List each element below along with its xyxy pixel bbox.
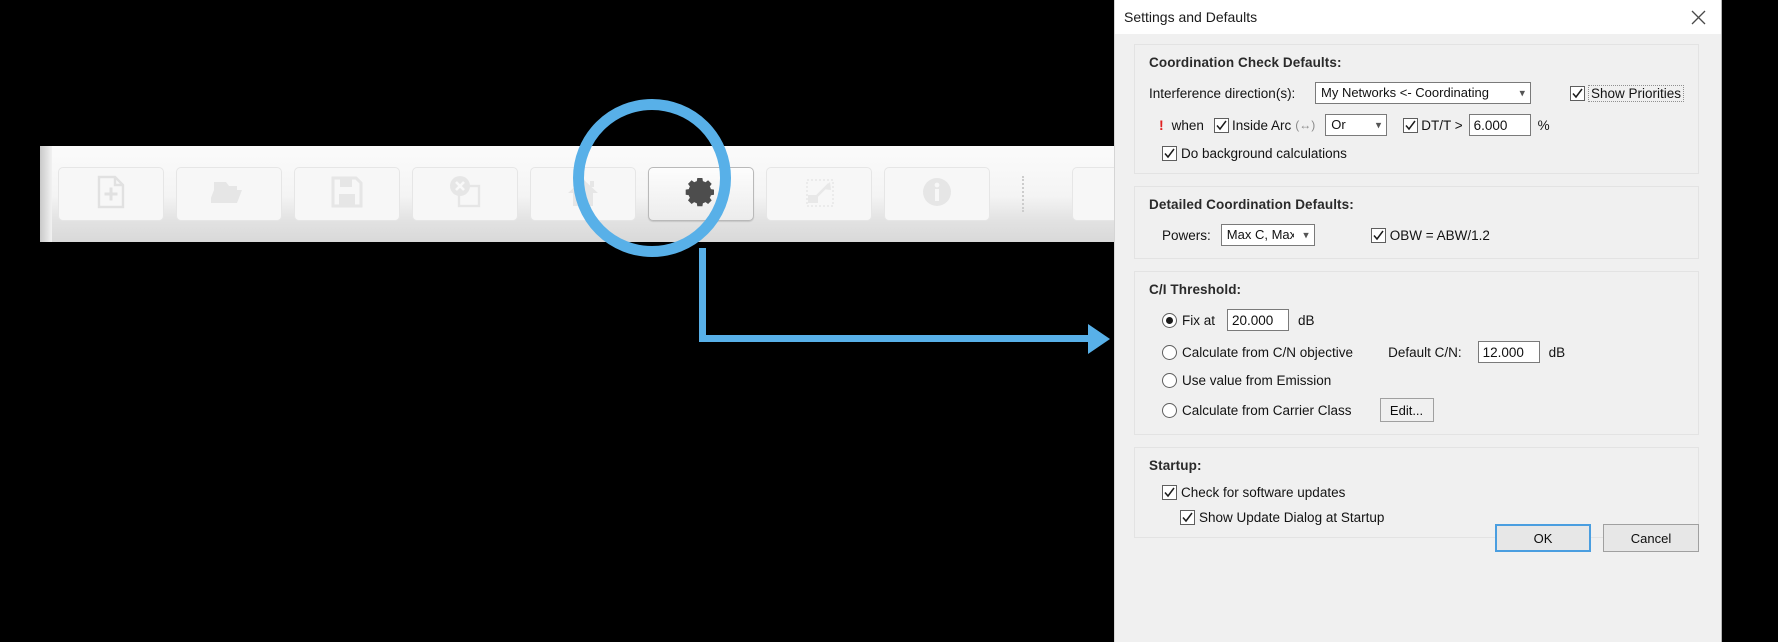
edit-carrier-class-button[interactable]: Edit...: [1379, 398, 1434, 422]
close-document-icon: [447, 174, 483, 215]
carrier-class-label[interactable]: Calculate from Carrier Class: [1182, 403, 1352, 418]
row-check-updates: Check for software updates: [1149, 485, 1684, 500]
toolbar-button-close-doc[interactable]: [412, 167, 518, 221]
interference-direction-select[interactable]: My Networks <- Coordinating: [1315, 82, 1531, 104]
toolbar-button-new[interactable]: [58, 167, 164, 221]
group-title-startup: Startup:: [1149, 458, 1202, 473]
show-priorities-checkbox[interactable]: [1569, 85, 1585, 101]
dtt-label: DT/T >: [1421, 117, 1463, 133]
inside-arc-hint: (↔): [1295, 118, 1316, 132]
inside-arc-label[interactable]: Inside Arc: [1232, 118, 1291, 133]
row-when-condition: ! when Inside Arc (↔) Or ▾ DT/T > 6.000 …: [1149, 114, 1684, 136]
fix-at-radio[interactable]: [1162, 312, 1177, 328]
row-use-value-from-emission: Use value from Emission: [1149, 373, 1684, 388]
use-emission-label[interactable]: Use value from Emission: [1182, 373, 1331, 388]
background-calculations-checkbox[interactable]: [1162, 146, 1177, 161]
calculate-from-cn-radio[interactable]: [1162, 344, 1177, 360]
row-background-calculations: Do background calculations: [1149, 146, 1684, 161]
save-icon: [330, 175, 364, 214]
export-chart-icon: [802, 175, 836, 214]
default-cn-label: Default C/N:: [1388, 344, 1462, 360]
toolbar-button-open[interactable]: [176, 167, 282, 221]
group-title-coordination: Coordination Check Defaults:: [1149, 55, 1342, 70]
fix-at-unit-label: dB: [1298, 312, 1315, 328]
dtt-unit-label: %: [1537, 117, 1550, 133]
fix-at-input[interactable]: [1227, 309, 1290, 331]
show-update-dialog-checkbox[interactable]: [1180, 510, 1195, 525]
toolbar-button-info[interactable]: [884, 167, 990, 221]
ok-button[interactable]: OK: [1495, 524, 1591, 552]
carrier-class-radio[interactable]: [1162, 402, 1177, 418]
group-coordination-check-defaults: Coordination Check Defaults: Interferenc…: [1134, 44, 1699, 174]
cancel-button[interactable]: Cancel: [1603, 524, 1699, 552]
row-fix-at: Fix at dB: [1149, 309, 1684, 331]
use-emission-radio[interactable]: [1162, 373, 1177, 388]
interference-direction-select-wrap: My Networks <- Coordinating ▾: [1315, 82, 1531, 104]
interference-direction-label: Interference direction(s):: [1149, 85, 1296, 101]
operator-select-wrap: Or ▾: [1325, 114, 1388, 136]
row-show-update-dialog: Show Update Dialog at Startup: [1149, 510, 1684, 525]
row-interference-direction: Interference direction(s): My Networks <…: [1149, 82, 1684, 104]
fix-at-label[interactable]: Fix at: [1182, 313, 1215, 328]
show-priorities-label[interactable]: Show Priorities: [1587, 84, 1684, 102]
powers-select[interactable]: Max C, Max I: [1220, 224, 1315, 246]
dtt-value-input[interactable]: [1468, 114, 1531, 136]
toolbar-button-save[interactable]: [294, 167, 400, 221]
open-folder-icon: [209, 174, 247, 215]
check-updates-checkbox[interactable]: [1162, 485, 1177, 500]
show-update-dialog-label[interactable]: Show Update Dialog at Startup: [1199, 510, 1384, 525]
obw-label[interactable]: OBW = ABW/1.2: [1390, 228, 1490, 243]
toolbar-separator: [1022, 176, 1024, 212]
new-document-icon: [93, 174, 129, 215]
dialog-titlebar: Settings and Defaults: [1115, 0, 1721, 35]
row-powers: Powers: Max C, Max I ▾ OBW = ABW/1.2: [1149, 224, 1684, 246]
group-ci-threshold: C/I Threshold: Fix at dB Calculate from …: [1134, 271, 1699, 435]
powers-select-wrap: Max C, Max I ▾: [1220, 224, 1315, 246]
default-cn-input[interactable]: [1477, 341, 1540, 363]
calculate-from-cn-label[interactable]: Calculate from C/N objective: [1182, 345, 1353, 360]
group-title-detailed: Detailed Coordination Defaults:: [1149, 197, 1354, 212]
annotation-arrowhead: [1088, 324, 1110, 354]
annotation-leader-vertical: [699, 248, 706, 342]
inside-arc-checkbox[interactable]: [1213, 117, 1229, 133]
powers-label: Powers:: [1162, 227, 1211, 243]
info-icon: [920, 175, 954, 214]
dtt-checkbox[interactable]: [1403, 117, 1419, 133]
dialog-footer: OK Cancel: [1495, 524, 1699, 552]
when-label: when: [1171, 117, 1204, 133]
check-updates-label[interactable]: Check for software updates: [1181, 485, 1345, 500]
obw-checkbox[interactable]: [1370, 227, 1386, 243]
toolbar-left-edge: [40, 146, 52, 242]
operator-select[interactable]: Or: [1325, 114, 1388, 136]
row-calculate-from-carrier-class: Calculate from Carrier Class Edit...: [1149, 398, 1684, 422]
warning-exclamation-icon: !: [1159, 117, 1164, 133]
close-icon[interactable]: [1675, 0, 1721, 35]
group-detailed-coordination-defaults: Detailed Coordination Defaults: Powers: …: [1134, 186, 1699, 259]
background-calculations-label[interactable]: Do background calculations: [1181, 146, 1347, 161]
settings-dialog: Settings and Defaults Coordination Check…: [1114, 0, 1722, 642]
annotation-circle-highlight: [573, 99, 731, 257]
toolbar-button-export[interactable]: [766, 167, 872, 221]
group-title-ci-threshold: C/I Threshold:: [1149, 282, 1242, 297]
dialog-title: Settings and Defaults: [1124, 9, 1258, 25]
row-calculate-from-cn: Calculate from C/N objective Default C/N…: [1149, 341, 1684, 363]
dialog-body: Coordination Check Defaults: Interferenc…: [1115, 35, 1721, 642]
default-cn-unit-label: dB: [1548, 344, 1566, 360]
annotation-leader-horizontal: [699, 335, 1098, 342]
